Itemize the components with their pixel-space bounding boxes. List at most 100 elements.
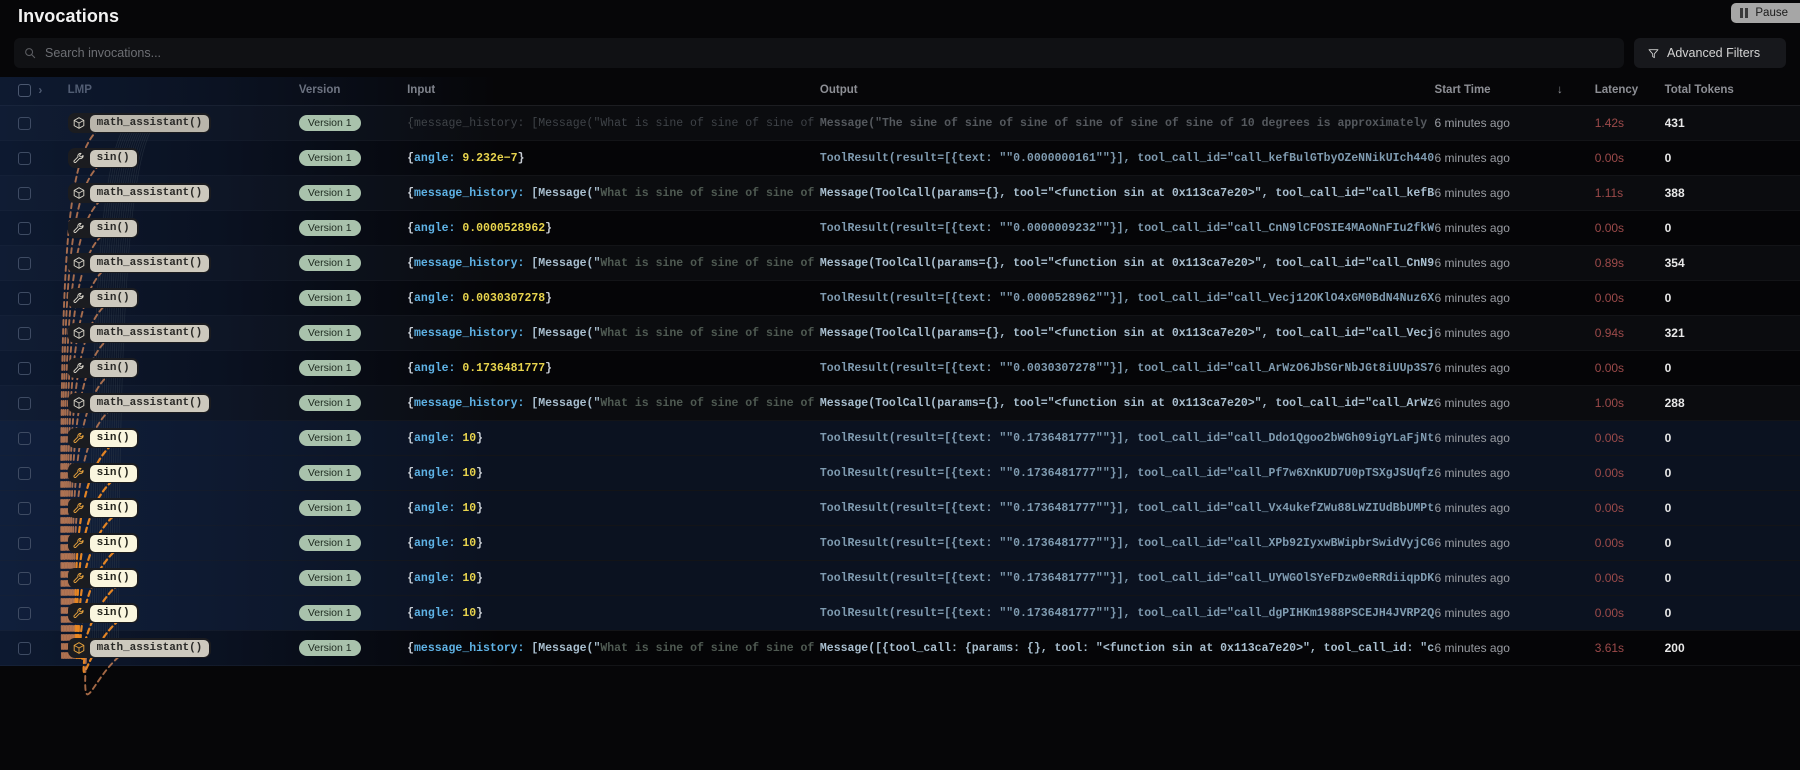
row-checkbox[interactable] xyxy=(18,502,31,515)
table-row[interactable]: sin()Version 1{angle: 9.232e−7}ToolResul… xyxy=(0,141,1800,176)
output-cell[interactable]: ToolResult(result=[{text: ""0.1736481777… xyxy=(820,491,1435,525)
select-all-checkbox[interactable] xyxy=(18,84,31,97)
input-cell[interactable]: {angle: 10} xyxy=(407,421,820,455)
output-cell[interactable]: ToolResult(result=[{text: ""0.1736481777… xyxy=(820,596,1435,630)
column-header-total-tokens[interactable]: Total Tokens xyxy=(1665,77,1800,106)
output-cell[interactable]: ToolResult(result=[{text: ""0.0030307278… xyxy=(820,351,1435,385)
search-input[interactable] xyxy=(45,46,1614,60)
version-badge[interactable]: Version 1 xyxy=(299,430,361,446)
lmp-badge[interactable]: math_assistant() xyxy=(68,183,212,203)
version-badge[interactable]: Version 1 xyxy=(299,570,361,586)
lmp-badge[interactable]: sin() xyxy=(68,358,139,378)
table-row[interactable]: math_assistant()Version 1{message_histor… xyxy=(0,246,1800,281)
row-checkbox[interactable] xyxy=(18,152,31,165)
table-row[interactable]: math_assistant() Version 1 {message_histor… xyxy=(0,316,1800,351)
output-cell[interactable]: ToolResult(result=[{text: ""0.1736481777… xyxy=(820,561,1435,595)
version-badge[interactable]: Version 1 xyxy=(299,255,361,271)
row-checkbox[interactable] xyxy=(18,467,31,480)
sort-desc-icon[interactable]: ↓ xyxy=(1557,84,1595,96)
version-badge[interactable]: Version 1 xyxy=(299,605,361,621)
version-badge[interactable]: Version 1 xyxy=(299,185,361,201)
version-badge[interactable]: Version 1 xyxy=(299,360,361,376)
input-cell[interactable]: {message_history: [Message("What is sine… xyxy=(407,386,820,420)
input-cell[interactable]: {message_history: [Message("What is sine… xyxy=(407,316,820,350)
output-cell[interactable]: Message(ToolCall(params={}, tool="<funct… xyxy=(820,246,1435,280)
lmp-badge[interactable]: math_assistant() xyxy=(68,323,212,343)
lmp-badge[interactable]: sin() xyxy=(68,428,139,448)
version-badge[interactable]: Version 1 xyxy=(299,290,361,306)
table-row[interactable]: math_assistant() Version 1 {message_histor… xyxy=(0,631,1800,666)
lmp-badge[interactable]: sin() xyxy=(68,463,139,483)
output-cell[interactable]: Message(ToolCall(params={}, tool="<funct… xyxy=(820,176,1435,210)
input-cell[interactable]: {angle: 10} xyxy=(407,526,820,560)
version-badge[interactable]: Version 1 xyxy=(299,535,361,551)
table-row[interactable]: sin() Version 1 {angle: 10}ToolResult(resu… xyxy=(0,526,1800,561)
row-checkbox[interactable] xyxy=(18,327,31,340)
output-cell[interactable]: ToolResult(result=[{text: ""0.1736481777… xyxy=(820,526,1435,560)
column-header-input[interactable]: Input xyxy=(407,77,820,106)
column-header-start-time[interactable]: Start Time ↓ xyxy=(1435,77,1595,106)
input-cell[interactable]: {message_history: [Message("What is sine… xyxy=(407,176,820,210)
input-cell[interactable]: {message_history: [Message("What is sine… xyxy=(407,631,820,665)
lmp-badge[interactable]: sin() xyxy=(68,568,139,588)
table-row[interactable]: sin() Version 1 {angle: 10}ToolResult(resu… xyxy=(0,596,1800,631)
table-row[interactable]: sin() Version 1 {angle: 0.0030307278}ToolR… xyxy=(0,281,1800,316)
version-badge[interactable]: Version 1 xyxy=(299,115,361,131)
input-cell[interactable]: {message_history: [Message("What is sine… xyxy=(407,246,820,280)
version-badge[interactable]: Version 1 xyxy=(299,640,361,656)
version-badge[interactable]: Version 1 xyxy=(299,395,361,411)
row-checkbox[interactable] xyxy=(18,292,31,305)
lmp-badge[interactable]: sin() xyxy=(68,148,139,168)
input-cell[interactable]: {angle: 10} xyxy=(407,596,820,630)
row-checkbox[interactable] xyxy=(18,257,31,270)
lmp-badge[interactable]: sin() xyxy=(68,603,139,623)
table-row[interactable]: sin() Version 1 {angle: 10}ToolResult(resu… xyxy=(0,491,1800,526)
input-cell[interactable]: {angle: 0.1736481777} xyxy=(407,351,820,385)
table-row[interactable]: math_assistant() Version 1 {message_histor… xyxy=(0,386,1800,421)
output-cell[interactable]: Message([{tool_call: {params: {}, tool: … xyxy=(820,631,1435,665)
input-cell[interactable]: {angle: 10} xyxy=(407,456,820,490)
output-cell[interactable]: ToolResult(result=[{text: ""0.0000009232… xyxy=(820,211,1435,245)
lmp-badge[interactable]: math_assistant() xyxy=(68,638,212,658)
table-row[interactable]: math_assistant() Version 1 {message_histor… xyxy=(0,106,1800,141)
row-checkbox[interactable] xyxy=(18,537,31,550)
input-cell[interactable]: {message_history: [Message("What is sine… xyxy=(407,106,820,140)
advanced-filters-button[interactable]: Advanced Filters xyxy=(1634,38,1786,68)
table-row[interactable]: sin()Version 1{angle: 10}ToolResult(resu… xyxy=(0,421,1800,456)
row-checkbox[interactable] xyxy=(18,187,31,200)
column-header-output[interactable]: Output xyxy=(820,77,1435,106)
output-cell[interactable]: ToolResult(result=[{text: ""0.1736481777… xyxy=(820,456,1435,490)
output-cell[interactable]: ToolResult(result=[{text: ""0.0000000161… xyxy=(820,141,1435,175)
output-cell[interactable]: Message("The sine of sine of sine of sin… xyxy=(820,106,1435,140)
row-checkbox[interactable] xyxy=(18,607,31,620)
table-row[interactable]: sin()Version 1{angle: 0.0000528962}ToolR… xyxy=(0,211,1800,246)
chevron-right-icon[interactable]: › xyxy=(38,83,42,97)
table-row[interactable]: sin() Version 1 {angle: 10}ToolResult(resu… xyxy=(0,561,1800,596)
lmp-badge[interactable]: math_assistant() xyxy=(68,393,212,413)
input-cell[interactable]: {angle: 10} xyxy=(407,561,820,595)
output-cell[interactable]: ToolResult(result=[{text: ""0.0000528962… xyxy=(820,281,1435,315)
row-checkbox[interactable] xyxy=(18,362,31,375)
output-cell[interactable]: Message(ToolCall(params={}, tool="<funct… xyxy=(820,386,1435,420)
row-checkbox[interactable] xyxy=(18,117,31,130)
lmp-badge[interactable]: sin() xyxy=(68,533,139,553)
input-cell[interactable]: {angle: 10} xyxy=(407,491,820,525)
pause-button[interactable]: Pause xyxy=(1731,3,1800,23)
lmp-badge[interactable]: math_assistant() xyxy=(68,113,212,133)
input-cell[interactable]: {angle: 9.232e−7} xyxy=(407,141,820,175)
version-badge[interactable]: Version 1 xyxy=(299,500,361,516)
table-row[interactable]: sin()Version 1{angle: 10}ToolResult(resu… xyxy=(0,456,1800,491)
column-header-version[interactable]: Version xyxy=(299,77,407,106)
row-checkbox[interactable] xyxy=(18,397,31,410)
table-row[interactable]: sin() Version 1 {angle: 0.1736481777}ToolR… xyxy=(0,351,1800,386)
row-checkbox[interactable] xyxy=(18,222,31,235)
lmp-badge[interactable]: sin() xyxy=(68,218,139,238)
search-box[interactable] xyxy=(14,38,1624,68)
lmp-badge[interactable]: sin() xyxy=(68,288,139,308)
input-cell[interactable]: {angle: 0.0030307278} xyxy=(407,281,820,315)
column-header-latency[interactable]: Latency xyxy=(1595,77,1665,106)
row-checkbox[interactable] xyxy=(18,642,31,655)
version-badge[interactable]: Version 1 xyxy=(299,325,361,341)
lmp-badge[interactable]: sin() xyxy=(68,498,139,518)
output-cell[interactable]: Message(ToolCall(params={}, tool="<funct… xyxy=(820,316,1435,350)
